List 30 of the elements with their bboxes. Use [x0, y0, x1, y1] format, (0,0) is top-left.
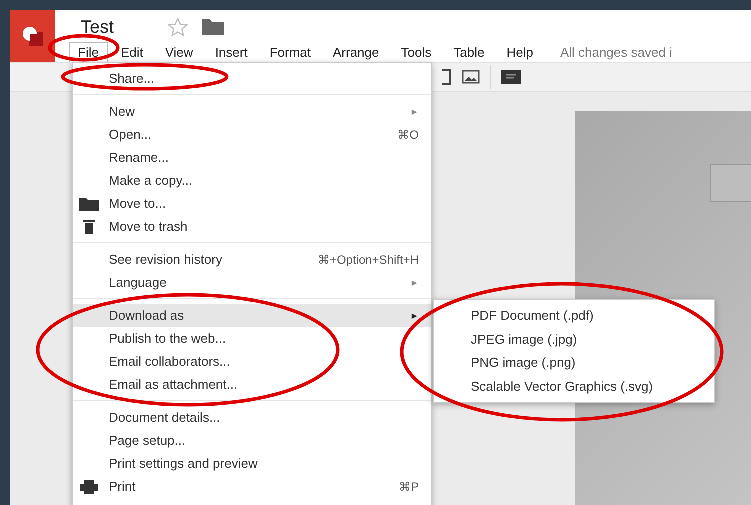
- rectangle-shape: [710, 164, 751, 202]
- menu-item[interactable]: Email collaborators...: [73, 350, 431, 373]
- menu-item[interactable]: Print settings and preview: [73, 452, 431, 475]
- menu-item[interactable]: Make a copy...: [73, 169, 431, 192]
- app-logo[interactable]: [10, 10, 55, 62]
- menu-item[interactable]: New ►: [73, 100, 431, 123]
- menu-item[interactable]: Email as attachment...: [73, 373, 431, 396]
- submenu-item[interactable]: Scalable Vector Graphics (.svg): [434, 374, 714, 398]
- submenu-item[interactable]: JPEG image (.jpg): [434, 328, 714, 351]
- menu-item[interactable]: Open... ⌘O: [73, 123, 431, 146]
- menu-item[interactable]: Print ⌘P: [73, 475, 431, 498]
- folder-icon[interactable]: [202, 19, 224, 35]
- comment-icon[interactable]: [501, 70, 521, 84]
- folder-icon: [79, 197, 99, 211]
- menu-item[interactable]: Download as ►: [73, 304, 431, 327]
- submenu-item[interactable]: PNG image (.png): [434, 351, 714, 374]
- menu-item[interactable]: Document details...: [73, 406, 431, 429]
- save-status: All changes saved i: [560, 44, 672, 60]
- submenu-item[interactable]: PDF Document (.pdf): [434, 304, 714, 328]
- menu-item[interactable]: Publish to the web...: [73, 327, 431, 350]
- menu-item[interactable]: Rename...: [73, 146, 431, 169]
- document-title[interactable]: Test: [81, 16, 114, 38]
- star-icon[interactable]: [168, 18, 188, 36]
- image-icon[interactable]: [462, 70, 480, 84]
- menu-item[interactable]: Language ►: [73, 271, 431, 294]
- menu-item[interactable]: Page setup...: [73, 429, 431, 452]
- menu-item[interactable]: Move to...: [73, 192, 431, 215]
- menu-item[interactable]: See revision history ⌘+Option+Shift+H: [73, 248, 431, 271]
- logo-icon: [20, 25, 44, 47]
- menu-item[interactable]: Move to trash: [73, 215, 431, 238]
